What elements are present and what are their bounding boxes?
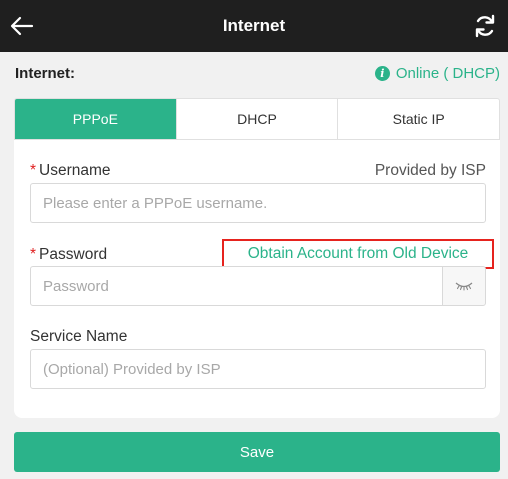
connection-type-tabs: PPPoE DHCP Static IP (14, 98, 500, 140)
save-button[interactable]: Save (14, 432, 500, 472)
tab-pppoe[interactable]: PPPoE (15, 99, 177, 139)
page-title: Internet (222, 16, 286, 35)
username-input[interactable] (30, 183, 486, 223)
tab-dhcp[interactable]: DHCP (177, 99, 339, 139)
connection-status-text: Online ( DHCP) (395, 65, 500, 82)
password-visibility-toggle[interactable] (442, 266, 486, 306)
connection-status: i Online ( DHCP) (374, 65, 500, 82)
obtain-account-from-old-device-link[interactable]: Obtain Account from Old Device (222, 239, 494, 269)
eye-closed-icon (455, 282, 473, 291)
username-label: * Username (30, 162, 111, 179)
required-mark: * (30, 246, 37, 263)
password-input[interactable] (30, 266, 443, 306)
service-name-label: Service Name (30, 328, 128, 345)
username-hint: Provided by ISP (374, 162, 486, 179)
tab-static-ip[interactable]: Static IP (338, 99, 499, 139)
pppoe-form-card: *Username Provided by ISP *Password Obta… (14, 140, 500, 418)
internet-status-row: Internet: i Online ( DHCP) (15, 62, 500, 86)
app-header: Internet (0, 0, 508, 52)
refresh-icon[interactable] (472, 13, 498, 39)
info-icon: i (374, 66, 390, 81)
internet-label: Internet: (15, 65, 75, 82)
required-mark: * (30, 162, 37, 179)
service-name-input[interactable] (30, 349, 486, 389)
password-label: * Password (30, 246, 108, 263)
